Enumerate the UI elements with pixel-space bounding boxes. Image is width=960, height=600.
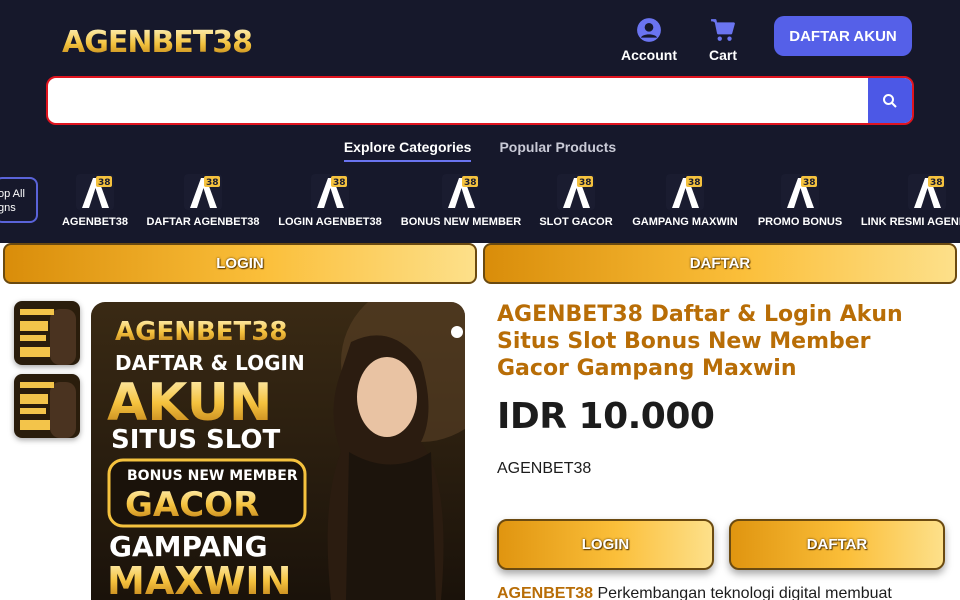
daftar-akun-button[interactable]: DAFTAR AKUN (774, 16, 912, 56)
svg-text:38: 38 (333, 178, 346, 188)
category-item-daftar[interactable]: 38 DAFTAR AGENBET38 (146, 174, 260, 228)
search-bar (46, 76, 914, 125)
description-link[interactable]: AGENBET38 (497, 585, 593, 600)
category-logo-icon: 38 (442, 174, 480, 210)
product-title: AGENBET38 Daftar & Login Akun Situs Slot… (497, 302, 903, 381)
shop-all-button[interactable]: op All gns (0, 177, 38, 223)
shop-all-label: op All gns (0, 188, 25, 214)
site-header: AGENBET38 Account Cart DAFTAR AKUN Explo… (0, 0, 960, 243)
tab-popular-products[interactable]: Popular Products (499, 139, 616, 162)
category-logo-icon: 38 (781, 174, 819, 210)
banner-line3: SITUS SLOT (111, 425, 280, 455)
banner-line2: AKUN (107, 373, 272, 433)
category-logo-icon: 38 (666, 174, 704, 210)
account-label: Account (621, 47, 677, 63)
search-button[interactable] (868, 78, 912, 123)
svg-text:38: 38 (803, 178, 816, 188)
product-thumbnail-1[interactable] (14, 301, 80, 365)
banner-line7: MAXWIN (107, 559, 291, 600)
category-item-gampang-maxwin[interactable]: 38 GAMPANG MAXWIN (630, 174, 740, 228)
category-label: LINK RESMI AGENBET38 (860, 216, 960, 228)
thumbnail-image (14, 374, 80, 438)
product-thumbnail-2[interactable] (14, 374, 80, 438)
daftar-button[interactable]: DAFTAR (729, 519, 945, 570)
tab-explore-categories[interactable]: Explore Categories (343, 139, 472, 162)
category-item-promo-bonus[interactable]: 38 PROMO BONUS (757, 174, 843, 228)
category-label: GAMPANG MAXWIN (632, 216, 738, 228)
category-tabs: Explore Categories Popular Products (0, 139, 960, 162)
search-icon (883, 93, 897, 108)
banner-line1: DAFTAR & LOGIN (115, 351, 305, 375)
category-logo-icon: 38 (76, 174, 114, 210)
thumbnail-image (14, 301, 80, 365)
daftar-bar-button[interactable]: DAFTAR (483, 243, 957, 284)
cart-button[interactable]: Cart (709, 17, 737, 63)
login-bar-button[interactable]: LOGIN (3, 243, 477, 284)
account-button[interactable]: Account (621, 17, 677, 63)
site-logo[interactable]: AGENBET38 (62, 22, 253, 62)
category-logo-icon: 38 (557, 174, 595, 210)
svg-text:38: 38 (464, 178, 477, 188)
logo-text: AGENBET38 (62, 24, 253, 60)
category-label: SLOT GACOR (539, 216, 613, 228)
category-label: LOGIN AGENBET38 (278, 216, 382, 228)
category-item-login[interactable]: 38 LOGIN AGENBET38 (277, 174, 383, 228)
category-logo-icon: 38 (908, 174, 946, 210)
svg-text:38: 38 (688, 178, 701, 188)
description-text: Perkembangan teknologi digital membuat (593, 585, 892, 600)
category-label: PROMO BONUS (757, 216, 843, 228)
category-logo-icon: 38 (311, 174, 349, 210)
category-label: BONUS NEW MEMBER (400, 216, 522, 228)
banner-line4: BONUS NEW MEMBER (127, 468, 298, 484)
product-banner: AGENBET38 DAFTAR & LOGIN AKUN SITUS SLOT… (91, 302, 465, 600)
cart-label: Cart (709, 47, 738, 63)
category-label: DAFTAR AGENBET38 (146, 216, 260, 228)
category-item-bonus[interactable]: 38 BONUS NEW MEMBER (400, 174, 522, 228)
category-label: AGENBET38 (61, 216, 129, 228)
svg-text:38: 38 (930, 178, 943, 188)
category-carousel: op All gns 38 AGENBET38 38 DAFTAR AGENBE… (0, 170, 960, 234)
product-price: IDR 10.000 (497, 396, 715, 437)
category-item-slot-gacor[interactable]: 38 SLOT GACOR (539, 174, 613, 228)
banner-line5: GACOR (125, 485, 259, 525)
search-input[interactable] (48, 78, 868, 123)
login-button[interactable]: LOGIN (497, 519, 714, 570)
svg-text:38: 38 (579, 178, 592, 188)
svg-text:38: 38 (206, 178, 219, 188)
account-icon (637, 18, 661, 42)
cart-icon (711, 19, 735, 41)
product-brand: AGENBET38 (497, 460, 592, 477)
product-main-image[interactable]: AGENBET38 DAFTAR & LOGIN AKUN SITUS SLOT… (91, 302, 465, 600)
product-description: AGENBET38 Perkembangan teknologi digital… (497, 585, 892, 600)
svg-text:38: 38 (98, 178, 111, 188)
category-item-agenbet38[interactable]: 38 AGENBET38 (62, 174, 128, 228)
banner-brand: AGENBET38 (115, 317, 287, 347)
category-item-link-resmi[interactable]: 38 LINK RESMI AGENBET38 (860, 174, 960, 228)
category-logo-icon: 38 (184, 174, 222, 210)
